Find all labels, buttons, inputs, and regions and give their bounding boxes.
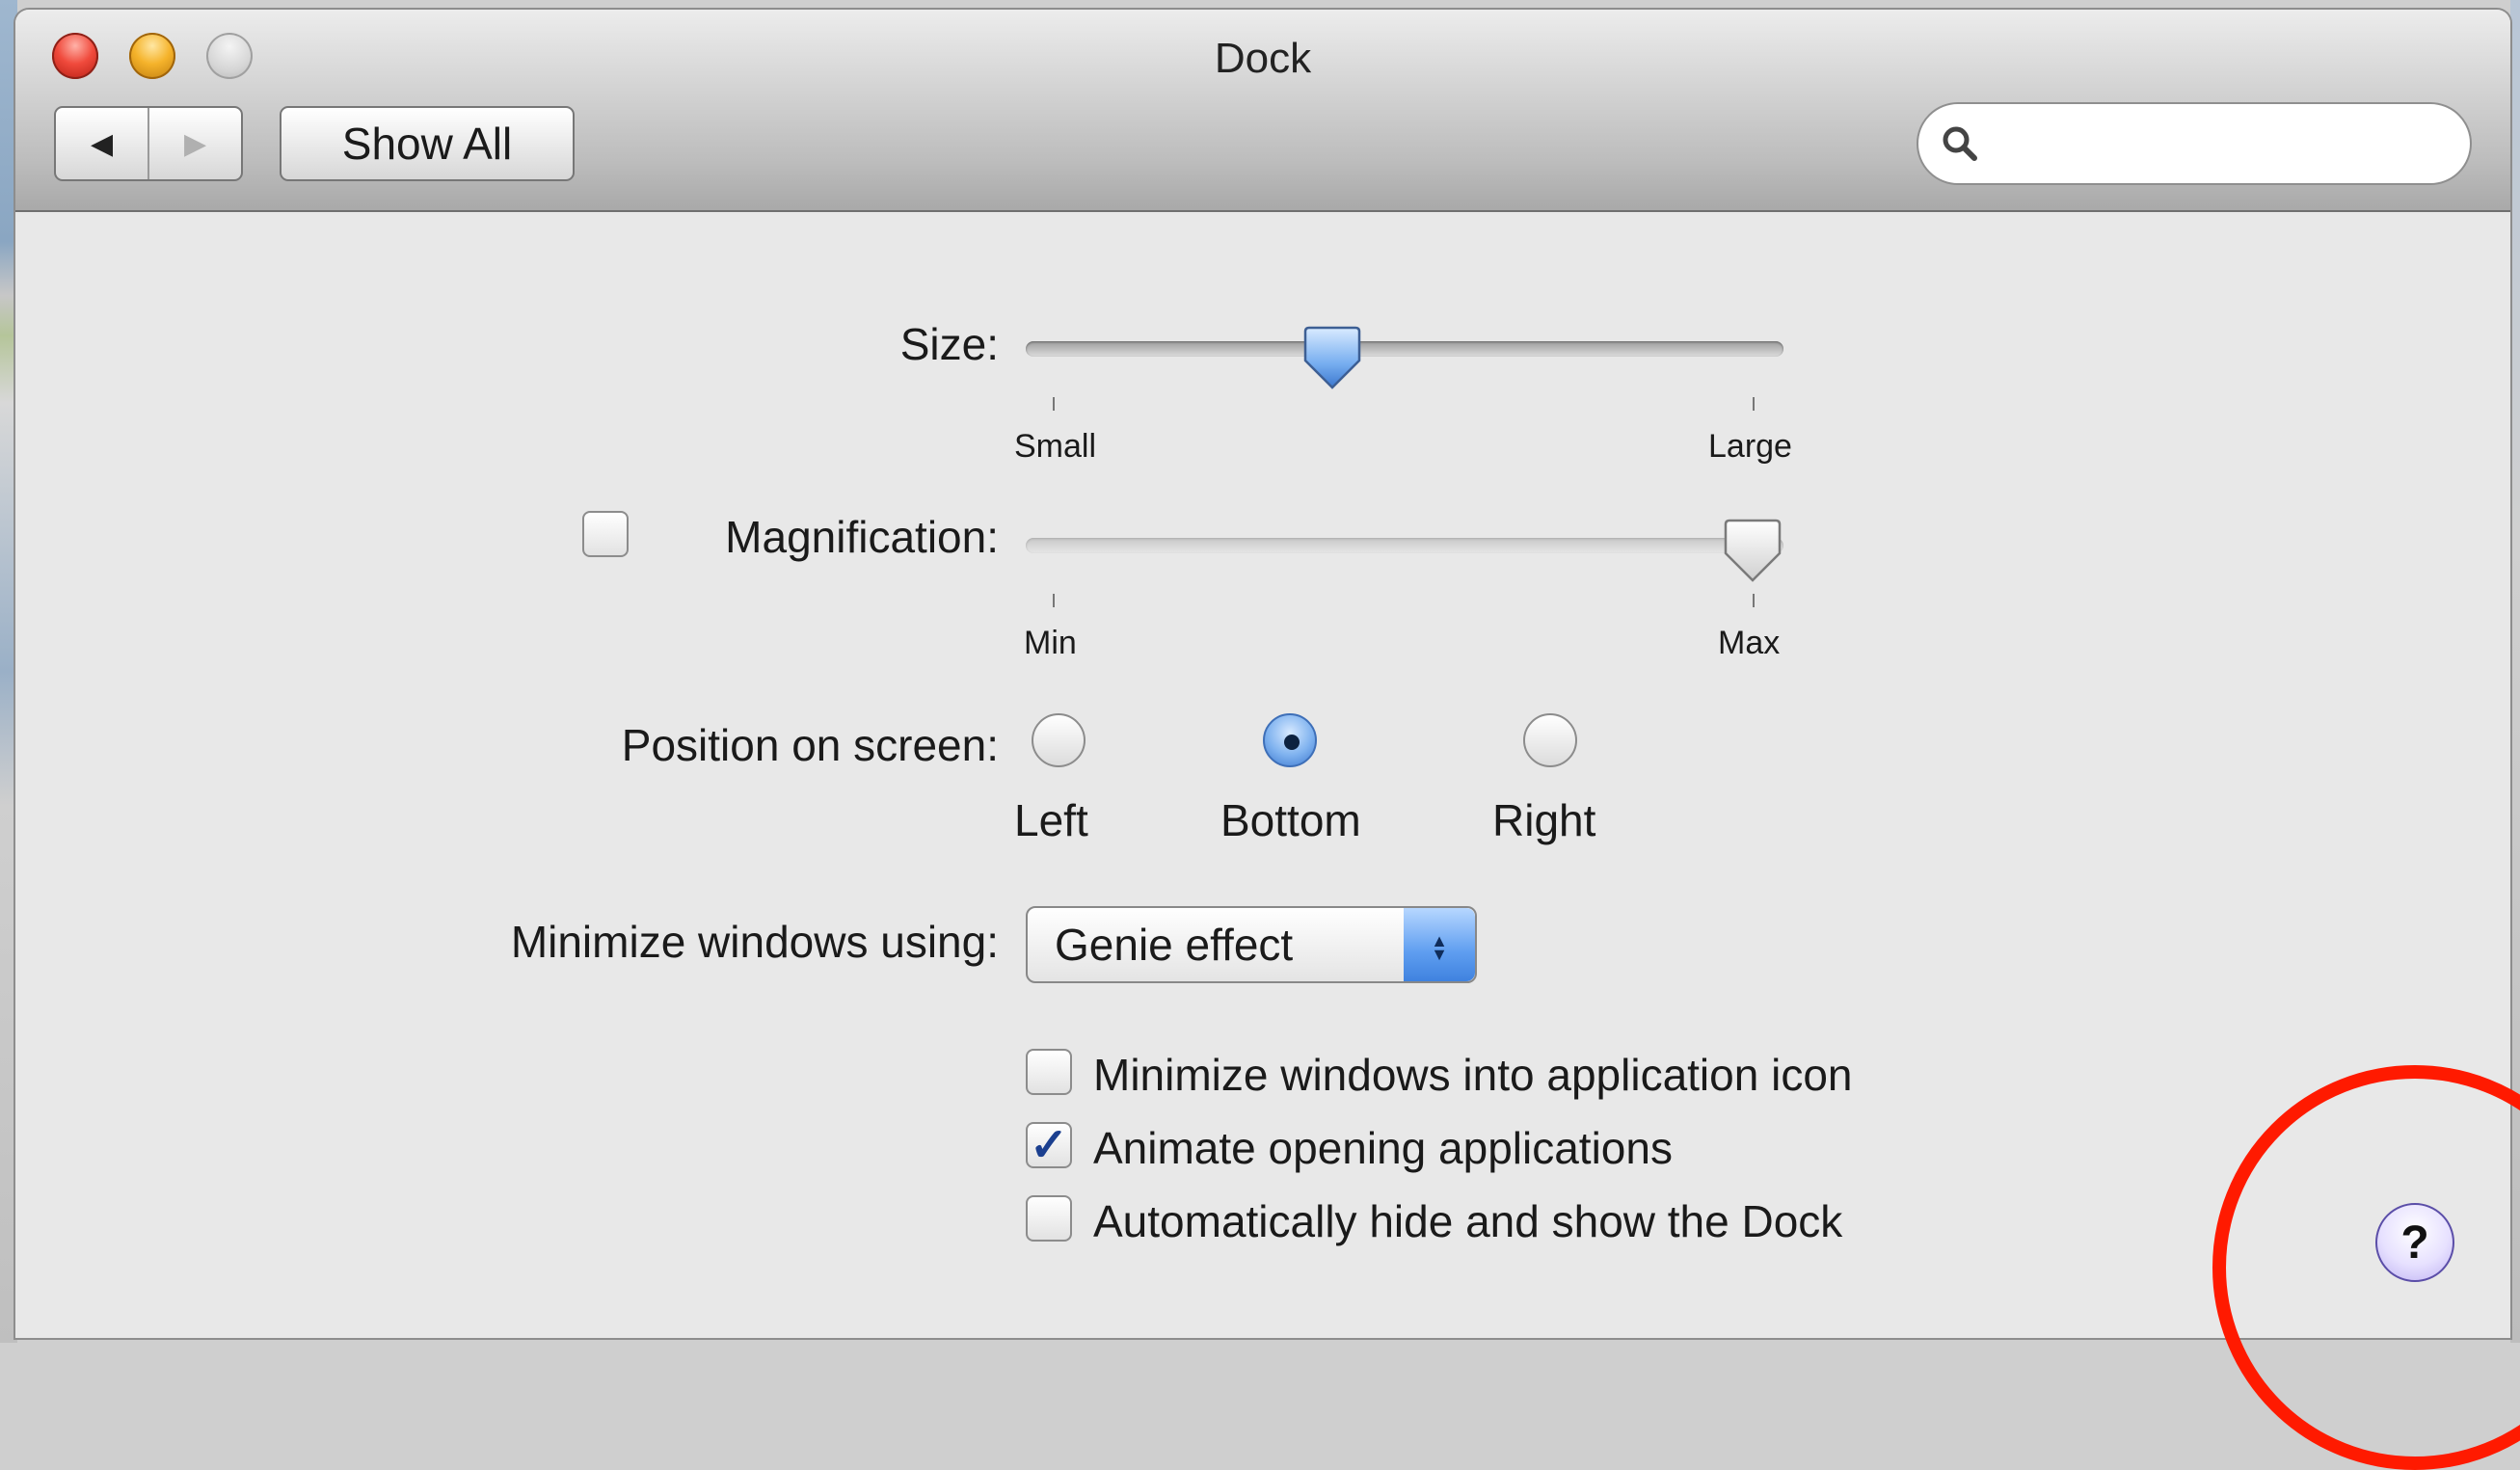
- magnification-checkbox[interactable]: [582, 511, 629, 557]
- back-button[interactable]: ◀: [56, 108, 149, 179]
- minimize-into-icon-checkbox[interactable]: [1026, 1049, 1072, 1095]
- window-title: Dock: [1214, 35, 1312, 82]
- search-input[interactable]: [1996, 122, 2443, 165]
- help-icon: ?: [2400, 1216, 2429, 1269]
- position-bottom-radio[interactable]: [1263, 713, 1317, 767]
- position-right-label: Right: [1492, 795, 1596, 845]
- popup-arrows-icon: ▲▼: [1404, 908, 1475, 981]
- size-slider-track[interactable]: [1026, 341, 1783, 357]
- window-toolbar: Dock ◀ ▶ Show All: [15, 10, 2510, 212]
- minimize-using-label: Minimize windows using:: [510, 917, 999, 967]
- minimize-into-icon-label: Minimize windows into application icon: [1093, 1050, 1853, 1100]
- auto-hide-checkbox[interactable]: [1026, 1195, 1072, 1242]
- radio-selected-dot: [1284, 735, 1300, 750]
- forward-arrow-icon: ▶: [183, 127, 207, 160]
- position-label: Position on screen:: [621, 720, 999, 770]
- position-right-radio[interactable]: [1523, 713, 1577, 767]
- size-tick-min: [1053, 397, 1055, 411]
- minimize-effect-popup[interactable]: Genie effect ▲▼: [1026, 906, 1477, 983]
- magnification-max-label: Max: [1718, 625, 1781, 661]
- magnification-slider-track[interactable]: [1026, 538, 1783, 553]
- size-max-label: Large: [1708, 428, 1792, 465]
- size-tick-max: [1753, 397, 1755, 411]
- checkmark-icon: ✓: [1029, 1120, 1069, 1171]
- position-left-radio[interactable]: [1032, 713, 1086, 767]
- show-all-button[interactable]: Show All: [280, 106, 575, 181]
- help-button[interactable]: ?: [2375, 1203, 2454, 1282]
- auto-hide-label: Automatically hide and show the Dock: [1093, 1196, 1843, 1246]
- position-bottom-label: Bottom: [1220, 795, 1361, 845]
- animate-opening-label: Animate opening applications: [1093, 1123, 1673, 1173]
- magnification-label: Magnification:: [725, 512, 999, 562]
- magnification-slider-knob[interactable]: [1724, 517, 1782, 584]
- size-min-label: Small: [1014, 428, 1097, 465]
- size-slider-knob[interactable]: [1303, 324, 1361, 391]
- position-left-label: Left: [1014, 795, 1088, 845]
- animate-opening-checkbox[interactable]: ✓: [1026, 1120, 1072, 1171]
- search-field[interactable]: [1917, 102, 2472, 185]
- magnification-min-label: Min: [1024, 625, 1077, 661]
- minimize-effect-value: Genie effect: [1055, 920, 1294, 970]
- background-window-edge-right: [2510, 0, 2520, 1343]
- search-icon: [1943, 126, 1977, 161]
- forward-button[interactable]: ▶: [149, 108, 241, 179]
- magnification-tick-max: [1753, 594, 1755, 607]
- size-label: Size:: [899, 319, 999, 369]
- dock-preferences-window: Dock ◀ ▶ Show All Size: Small Large Magn…: [15, 10, 2510, 1338]
- back-forward-control: ◀ ▶: [54, 106, 243, 181]
- back-arrow-icon: ◀: [90, 127, 114, 160]
- magnification-tick-min: [1053, 594, 1055, 607]
